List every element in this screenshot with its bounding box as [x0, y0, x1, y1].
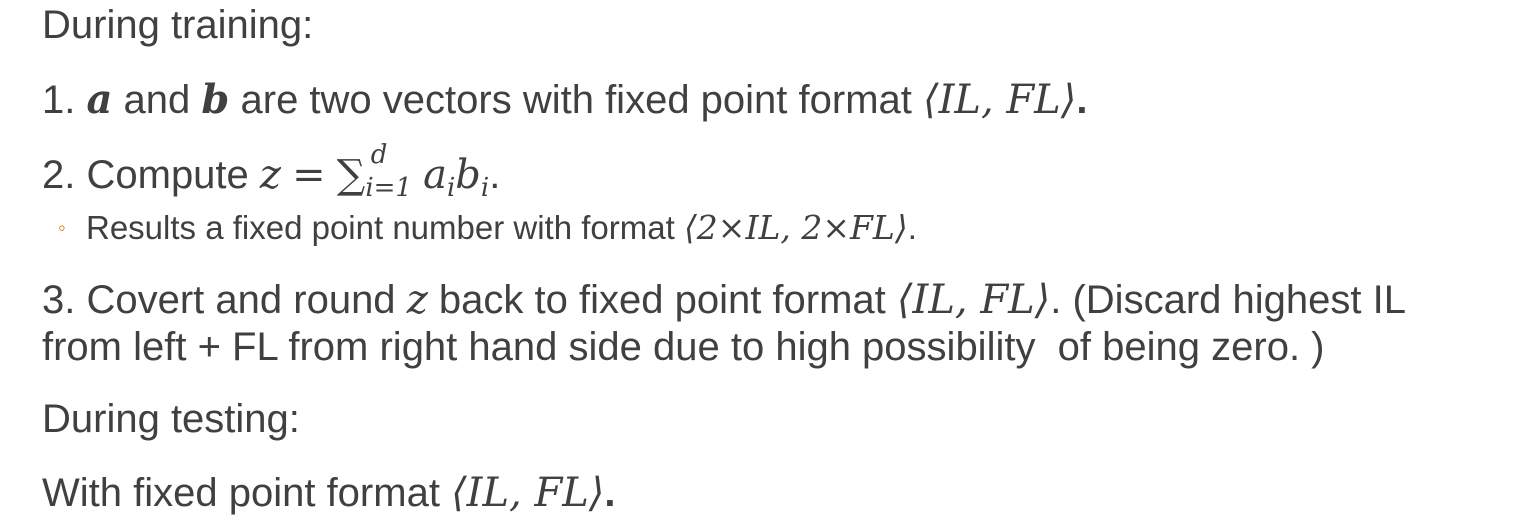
step-2-bullet: ◦ Results a fixed point number with forma… [58, 208, 917, 248]
step-1-format: ⟨IL, FL⟩ [923, 77, 1077, 123]
step-2-number: 2. [42, 153, 76, 197]
step-3-format: ⟨IL, FL⟩ [896, 277, 1051, 323]
formula-lhs: z [259, 152, 281, 198]
term-a: a [423, 152, 447, 198]
sum-symbol: ∑ [336, 152, 366, 198]
step-3-var-z: z [406, 277, 428, 323]
step-3-line-2: from left + FL from right hand side due … [42, 324, 1325, 370]
formula-equals: = [292, 152, 326, 198]
training-heading-text: During training: [42, 3, 314, 47]
step-1-end: . [1076, 78, 1088, 122]
step-3-suffix: . (Discard highest IL [1050, 278, 1406, 322]
step-3-prefix: 3. Covert and round [42, 278, 396, 322]
bullet-format: ⟨2×IL, 2×FL⟩ [683, 208, 908, 247]
sum-upper: d [370, 140, 388, 170]
testing-heading: During testing: [42, 396, 300, 442]
bullet-icon: ◦ [58, 215, 66, 240]
step-2-text: Compute [86, 153, 249, 197]
step-1-number: 1. [42, 78, 76, 122]
step-3-mid: back to fixed point format [438, 278, 886, 322]
step-3-line-2-text: from left + FL from right hand side due … [42, 325, 1325, 369]
term-b-sub: i [480, 173, 490, 203]
testing-text: With fixed point format [42, 471, 440, 515]
step-1-text: are two vectors with fixed point format [240, 78, 912, 122]
step-1-and: and [123, 78, 191, 122]
step-1: 1. a and b are two vectors with fixed po… [42, 76, 1088, 124]
summation: ∑ d i=1 [336, 140, 412, 211]
step-3-line-1: 3. Covert and round z back to fixed poin… [42, 277, 1406, 323]
var-a: a [86, 76, 113, 123]
bullet-end: . [907, 209, 917, 246]
testing-end: . [604, 471, 616, 515]
var-b: b [201, 76, 230, 123]
step-2-end: . [489, 153, 501, 197]
term-b: b [455, 152, 481, 198]
bullet-text: Results a fixed point number with format [86, 209, 675, 246]
step-2: 2. Compute z = ∑ d i=1 aibi. [42, 140, 501, 211]
training-heading: During training: [42, 2, 313, 48]
testing-heading-text: During testing: [42, 397, 300, 441]
testing-format: ⟨IL, FL⟩ [451, 470, 605, 516]
testing-line: With fixed point format ⟨IL, FL⟩. [42, 470, 616, 516]
